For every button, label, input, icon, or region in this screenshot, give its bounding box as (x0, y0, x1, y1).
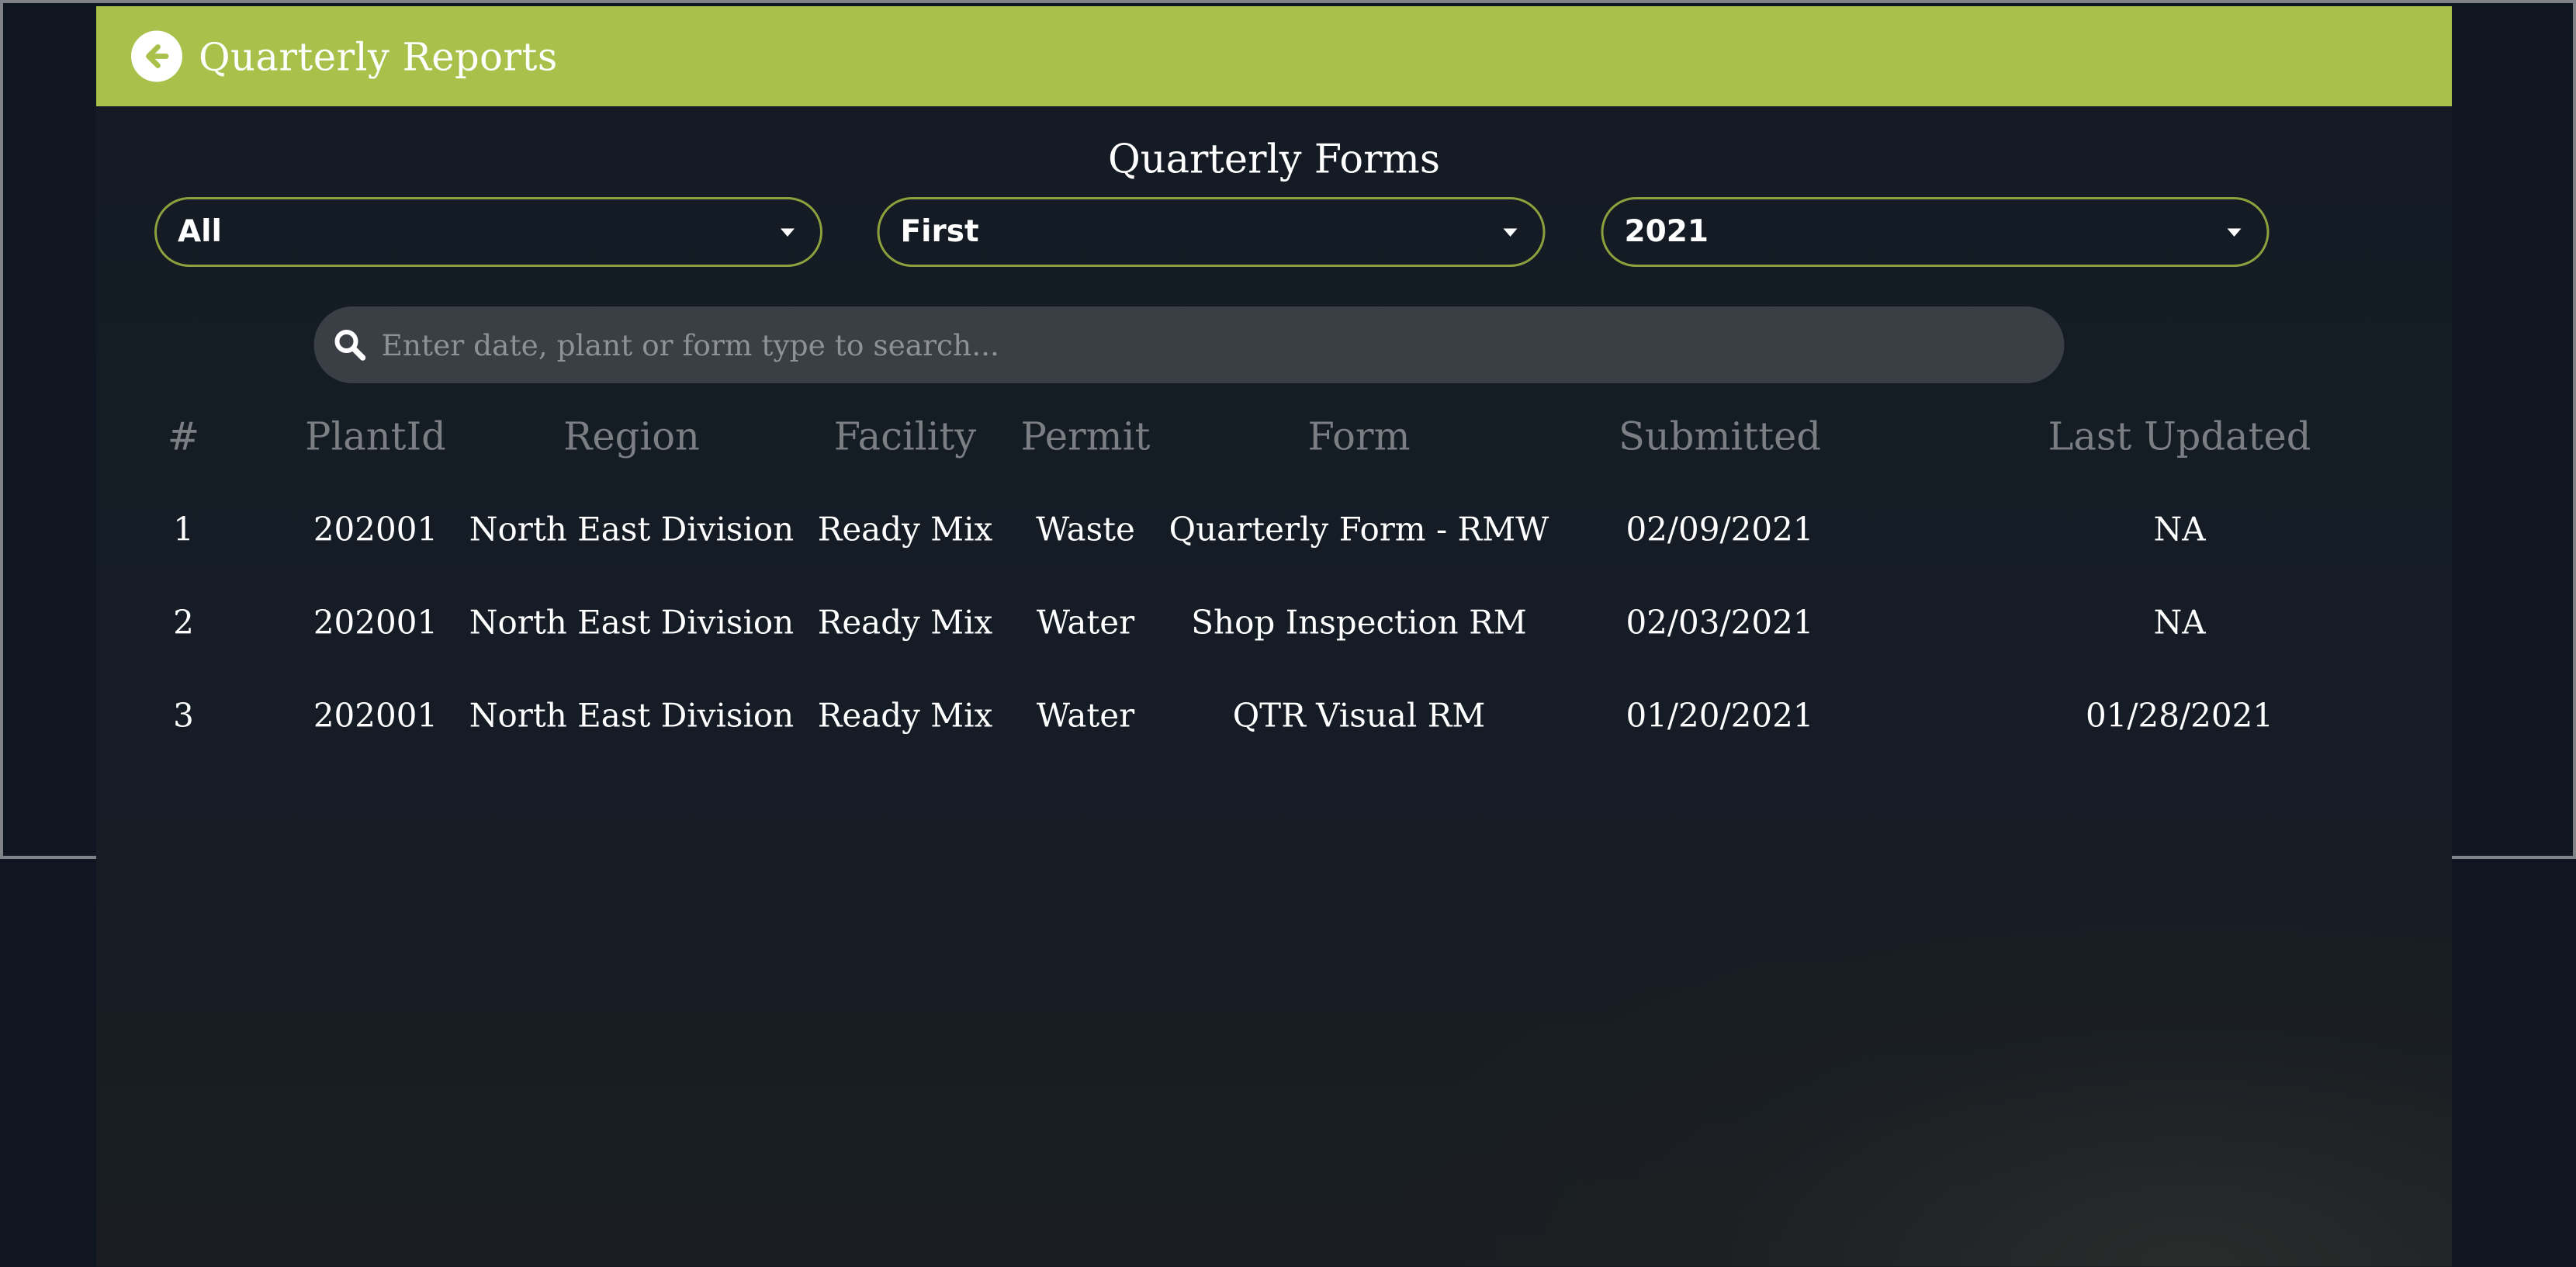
section-title: Quarterly Forms (1107, 137, 1441, 183)
forms-table: # PlantId Region Facility Permit Form Su… (96, 390, 2452, 763)
submitted-date: 02/09/2021 (1626, 510, 1814, 549)
facility: Ready Mix (817, 696, 993, 736)
table-row[interactable]: 2 202001 North East Division Ready Mix W… (96, 576, 2452, 670)
row-number: 1 (173, 510, 194, 549)
facility: Ready Mix (817, 603, 993, 642)
search-icon (334, 330, 366, 361)
facility: Ready Mix (817, 510, 993, 549)
column-header-permit[interactable]: Permit (1004, 390, 1167, 483)
year-select[interactable]: 2021 (1601, 197, 2270, 267)
region: North East Division (469, 510, 795, 549)
search-input[interactable] (379, 327, 2013, 363)
column-header-number[interactable]: # (154, 390, 213, 483)
column-header-last-updated[interactable]: Last Updated (1947, 390, 2412, 483)
column-header-form[interactable]: Form (1167, 390, 1551, 483)
last-updated-date: NA (2153, 510, 2206, 549)
column-header-facility[interactable]: Facility (806, 390, 1004, 483)
search-bar[interactable] (313, 306, 2065, 383)
row-number: 3 (173, 696, 194, 736)
row-number: 2 (173, 603, 194, 642)
back-button[interactable] (131, 30, 182, 82)
quarter-select[interactable]: First (877, 197, 1546, 267)
plant-id: 202001 (313, 696, 438, 736)
form-name: Quarterly Form - RMW (1169, 510, 1549, 549)
permit: Water (1036, 603, 1135, 642)
form-name: Shop Inspection RM (1191, 603, 1527, 642)
column-header-plantid[interactable]: PlantId (282, 390, 469, 483)
last-updated-date: 01/28/2021 (2085, 696, 2274, 736)
table-header-row: # PlantId Region Facility Permit Form Su… (96, 390, 2452, 483)
page-title: Quarterly Reports (199, 33, 558, 79)
chevron-down-icon (2227, 227, 2242, 237)
arrow-left-icon (146, 44, 169, 68)
quarter-select-value: First (900, 214, 979, 250)
submitted-date: 01/20/2021 (1626, 696, 1814, 736)
last-updated-date: NA (2153, 603, 2206, 642)
column-header-submitted[interactable]: Submitted (1598, 390, 1842, 483)
window-frame: Quarterly Reports Quarterly Forms All Fi… (0, 0, 2576, 1267)
chevron-down-icon (781, 227, 795, 237)
division-select-value: All (178, 214, 222, 250)
plant-id: 202001 (313, 603, 438, 642)
permit: Waste (1036, 510, 1135, 549)
header-bar: Quarterly Reports (96, 6, 2452, 106)
plant-id: 202001 (313, 510, 438, 549)
chevron-down-icon (1503, 227, 1518, 237)
column-header-region[interactable]: Region (469, 390, 795, 483)
division-select[interactable]: All (154, 197, 822, 267)
permit: Water (1036, 696, 1135, 736)
submitted-date: 02/03/2021 (1626, 603, 1814, 642)
region: North East Division (469, 603, 795, 642)
app-panel: Quarterly Reports Quarterly Forms All Fi… (96, 6, 2452, 1267)
form-name: QTR Visual RM (1232, 696, 1486, 736)
year-select-value: 2021 (1624, 214, 1709, 250)
region: North East Division (469, 696, 795, 736)
table-row[interactable]: 1 202001 North East Division Ready Mix W… (96, 483, 2452, 576)
table-row[interactable]: 3 202001 North East Division Ready Mix W… (96, 670, 2452, 763)
